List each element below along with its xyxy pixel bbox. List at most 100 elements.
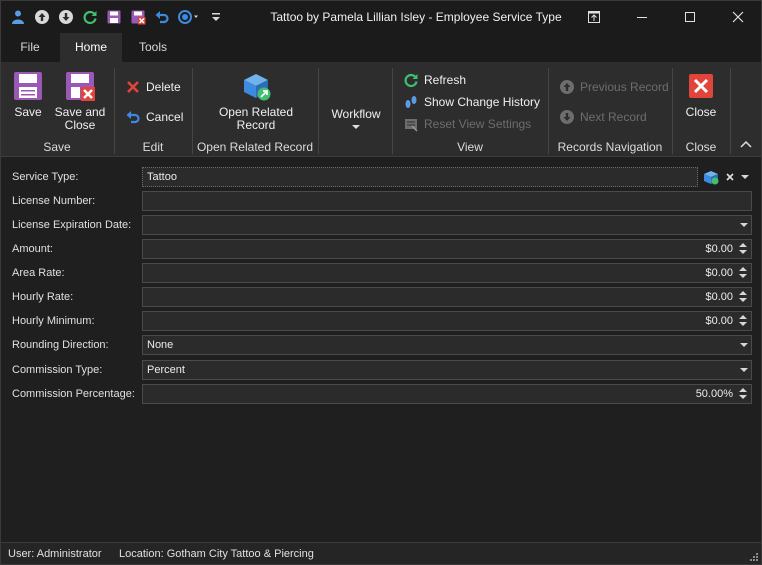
close-button[interactable]: Close [681,70,721,119]
open-related-record-icon [240,70,272,102]
save-close-icon [64,70,96,102]
commission-percentage-value: 50.00% [695,388,733,400]
app-window: Tattoo by Pamela Lillian Isley - Employe… [0,0,762,565]
lookup-record-icon[interactable] [703,169,719,185]
area-rate-field[interactable]: $0.00 [142,263,752,283]
down-arrow-icon [559,109,575,125]
refresh-icon [403,72,419,88]
commission-percentage-field[interactable]: 50.00% [142,384,752,404]
reset-view-settings-button[interactable]: Reset View Settings [403,115,531,133]
hourly-rate-label: Hourly Rate: [12,291,74,303]
commission-percentage-row: Commission Percentage: 50.00% [1,384,761,406]
user-icon[interactable] [7,7,29,27]
cancel-button[interactable]: Cancel [125,108,183,126]
status-bar: User: Administrator Location: Gotham Cit… [1,542,761,564]
hourly-rate-value: $0.00 [705,291,733,303]
chevron-down-icon[interactable] [740,223,748,227]
service-type-value: Tattoo [147,171,177,183]
chevron-down-icon[interactable] [740,368,748,372]
spin-up-icon[interactable] [739,388,747,392]
tab-file[interactable]: File [9,33,51,62]
rounding-direction-label: Rounding Direction: [12,339,109,351]
spin-up-icon[interactable] [739,315,747,319]
next-record-button[interactable]: Next Record [559,108,647,126]
tab-tools[interactable]: Tools [129,33,177,62]
delete-label: Delete [146,80,181,94]
chevron-down-icon [352,125,360,129]
save-button[interactable]: Save [7,70,49,119]
reset-view-settings-label: Reset View Settings [424,117,532,131]
close-icon [685,70,717,102]
commission-percentage-spinner[interactable] [739,387,748,401]
spin-down-icon[interactable] [739,322,747,326]
spin-down-icon[interactable] [739,274,747,278]
workflow-label: Workflow [331,107,381,121]
show-change-history-label: Show Change History [424,95,541,109]
hourly-minimum-spinner[interactable] [739,314,748,328]
spin-up-icon[interactable] [739,243,747,247]
license-number-row: License Number: [1,191,761,213]
open-related-record-button[interactable]: Open Related Record [211,70,301,132]
delete-button[interactable]: Delete [125,78,181,96]
workflow-icon[interactable] [175,7,203,27]
rounding-direction-select[interactable]: None [142,335,752,355]
undo-icon[interactable] [151,7,173,27]
group-label-records-navigation: Records Navigation [557,140,663,154]
close-window-icon[interactable] [715,1,761,33]
refresh-label: Refresh [424,73,467,87]
amount-row: Amount: $0.00 [1,239,761,261]
chevron-down-icon[interactable] [740,343,748,347]
spin-up-icon[interactable] [739,267,747,271]
pin-icon[interactable] [571,1,617,33]
minimize-icon[interactable] [619,1,665,33]
commission-type-select[interactable]: Percent [142,360,752,380]
maximize-icon[interactable] [667,1,713,33]
quick-access-toolbar [7,7,229,27]
license-number-field[interactable] [142,191,752,211]
group-label-open-related-record: Open Related Record [196,140,314,154]
tab-home[interactable]: Home [60,33,122,62]
workflow-dropdown[interactable]: Workflow [325,108,387,129]
area-rate-spinner[interactable] [739,266,748,280]
spin-down-icon[interactable] [739,298,747,302]
clear-icon[interactable] [724,171,736,183]
save-and-close-label: Save and Close [54,105,106,132]
refresh-icon[interactable] [79,7,101,27]
chevron-down-icon[interactable] [741,175,749,179]
save-icon[interactable] [103,7,125,27]
service-type-row: Service Type: Tattoo [1,167,761,189]
amount-spinner[interactable] [739,242,748,256]
rounding-direction-value: None [147,339,174,351]
show-change-history-button[interactable]: Show Change History [403,93,540,111]
refresh-button[interactable]: Refresh [403,71,466,89]
up-arrow-icon[interactable] [31,7,53,27]
delete-icon [125,79,141,95]
collapse-ribbon-icon[interactable] [739,138,753,150]
service-type-field[interactable]: Tattoo [142,167,698,187]
commission-type-value: Percent [147,364,185,376]
previous-record-button[interactable]: Previous Record [559,78,669,96]
up-arrow-icon [559,79,575,95]
save-and-close-button[interactable]: Save and Close [53,70,107,132]
title-bar: Tattoo by Pamela Lillian Isley - Employe… [1,1,761,33]
license-expiration-field[interactable] [142,215,752,235]
resize-grip-icon[interactable] [749,552,759,562]
customize-icon[interactable] [205,7,227,27]
group-divider [730,68,731,154]
amount-field[interactable]: $0.00 [142,239,752,259]
service-type-label: Service Type: [12,171,79,183]
commission-type-label: Commission Type: [12,364,103,376]
commission-type-row: Commission Type: Percent [1,360,761,382]
spin-down-icon[interactable] [739,395,747,399]
hourly-minimum-field[interactable]: $0.00 [142,311,752,331]
hourly-minimum-row: Hourly Minimum: $0.00 [1,311,761,333]
spin-up-icon[interactable] [739,291,747,295]
hourly-rate-field[interactable]: $0.00 [142,287,752,307]
hourly-rate-spinner[interactable] [739,290,748,304]
license-expiration-row: License Expiration Date: [1,215,761,237]
save-close-icon[interactable] [127,7,149,27]
spin-down-icon[interactable] [739,250,747,254]
save-label: Save [14,105,42,119]
group-label-view: View [457,140,483,154]
down-arrow-icon[interactable] [55,7,77,27]
